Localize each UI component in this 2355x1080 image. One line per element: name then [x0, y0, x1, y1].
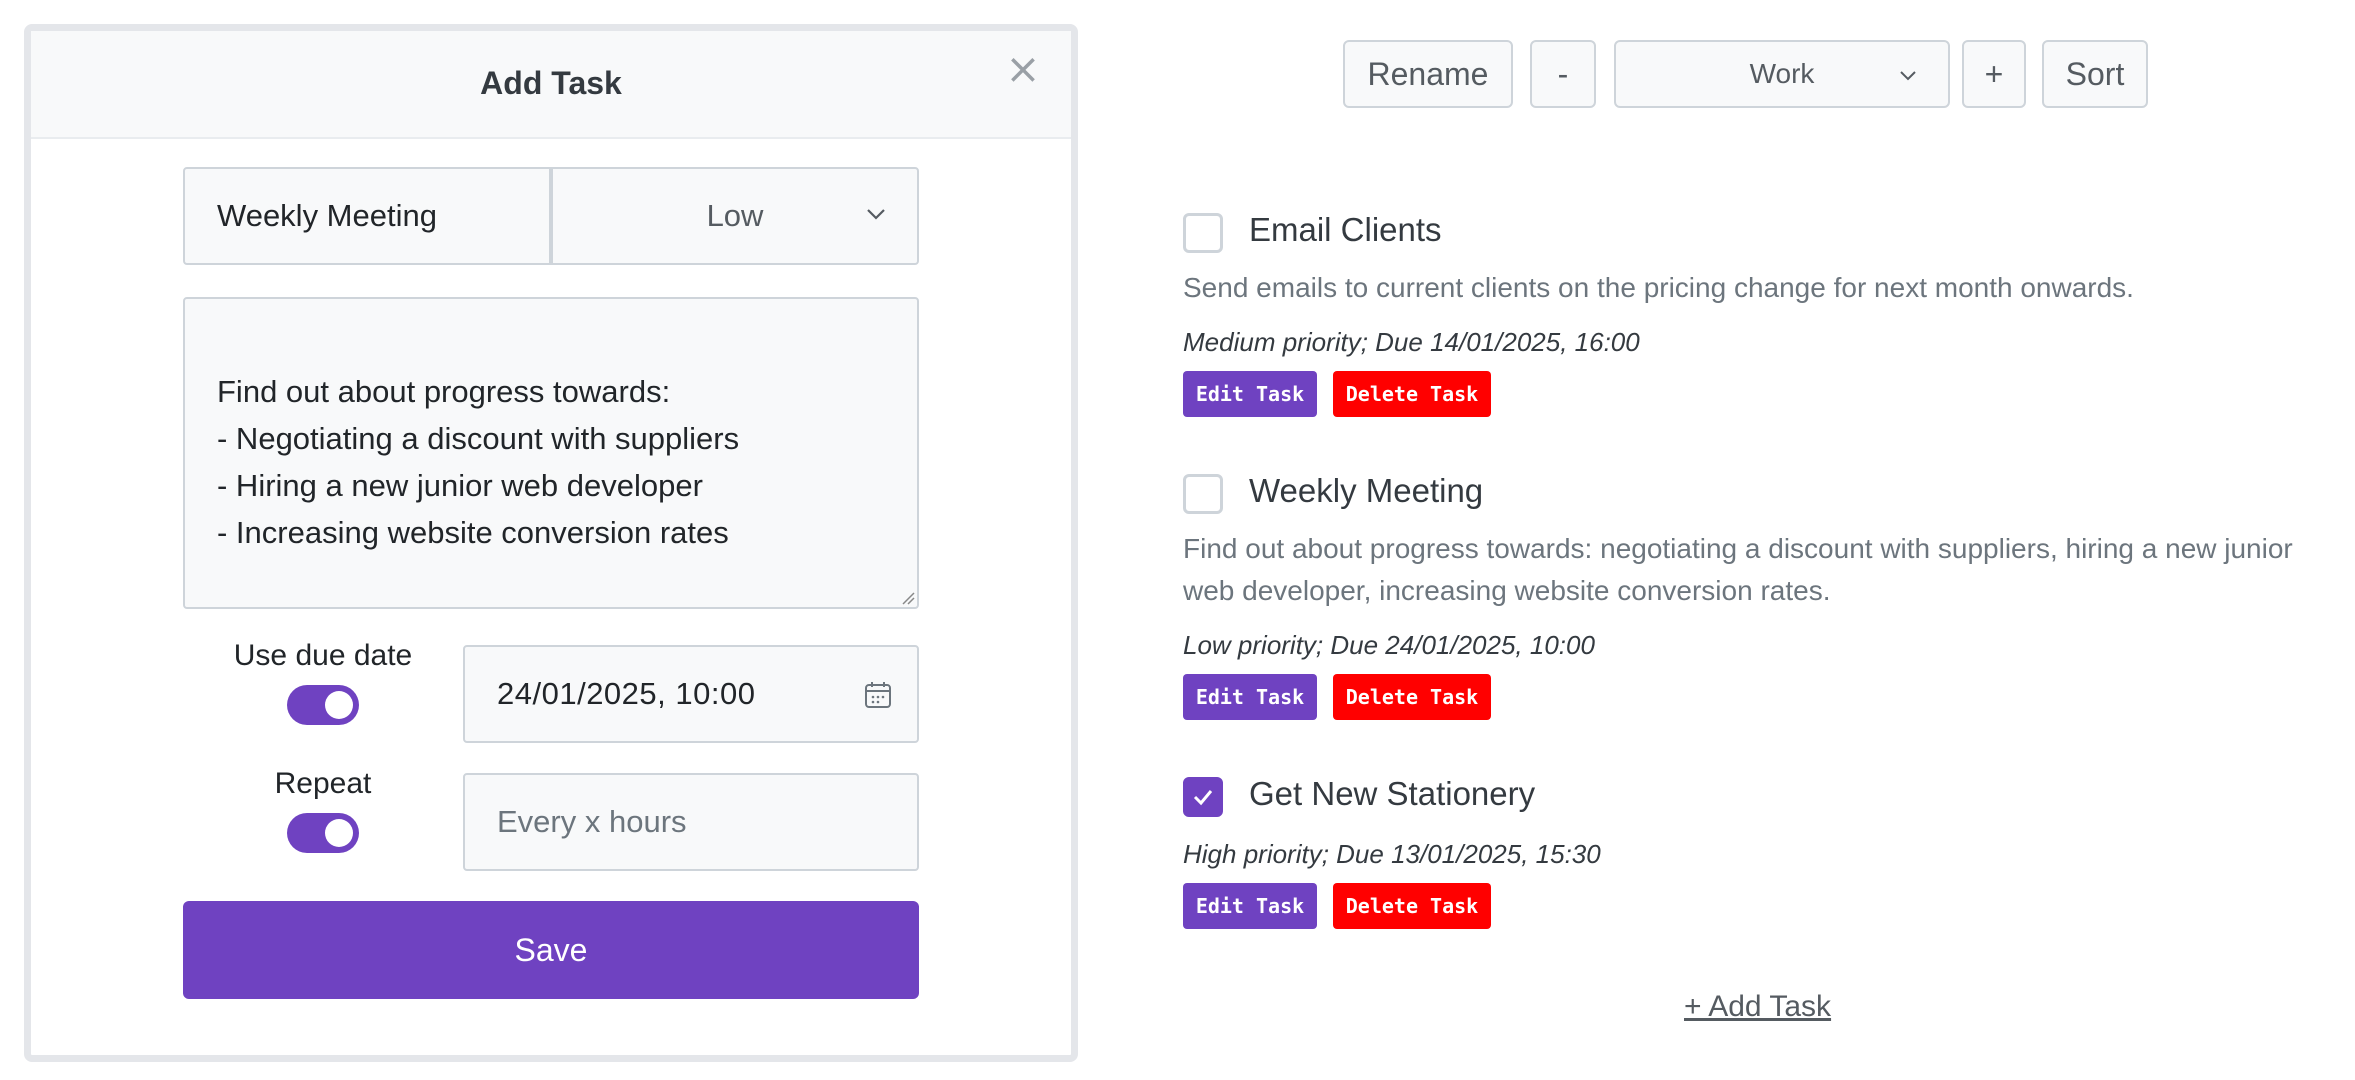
add-list-button[interactable]: +	[1962, 40, 2026, 108]
task-title-input[interactable]: Weekly Meeting	[183, 167, 551, 265]
task-checkbox[interactable]	[1183, 213, 1223, 253]
edit-task-button[interactable]: Edit Task	[1183, 883, 1317, 929]
task-title-value: Weekly Meeting	[217, 198, 437, 233]
task-meta: High priority; Due 13/01/2025, 15:30	[1183, 839, 1601, 869]
edit-task-button[interactable]: Edit Task	[1183, 371, 1317, 417]
priority-select-value: Low	[706, 198, 764, 233]
sort-button[interactable]: Sort	[2042, 40, 2148, 108]
calendar-icon[interactable]	[863, 680, 893, 710]
description-value: Find out about progress towards: - Negot…	[217, 374, 740, 550]
list-select[interactable]: Work	[1614, 40, 1950, 108]
delete-task-button[interactable]: Delete Task	[1333, 371, 1491, 417]
repeat-interval-placeholder: Every x hours	[497, 804, 687, 839]
edit-task-button[interactable]: Edit Task	[1183, 674, 1317, 720]
chevron-down-icon	[1900, 71, 1916, 81]
check-icon	[1193, 790, 1213, 806]
remove-list-button[interactable]: -	[1530, 40, 1596, 108]
task-description: Find out about progress towards: negotia…	[1183, 533, 2293, 606]
task-title: Weekly Meeting	[1249, 472, 1484, 509]
add-task-modal: Add Task × Weekly Meeting Low Find out a…	[24, 24, 1078, 1062]
toggle-knob	[325, 691, 353, 719]
rename-list-button[interactable]: Rename	[1343, 40, 1513, 108]
task-title: Get New Stationery	[1249, 775, 1536, 812]
task-checkbox-checked[interactable]	[1183, 777, 1223, 817]
toggle-knob	[325, 819, 353, 847]
modal-title: Add Task	[480, 65, 622, 101]
close-icon[interactable]: ×	[1003, 48, 1043, 90]
repeat-toggle[interactable]	[287, 813, 359, 853]
chevron-down-icon	[867, 209, 885, 220]
list-select-value: Work	[1749, 58, 1815, 89]
priority-select[interactable]: Low	[551, 167, 919, 265]
repeat-toggle-label: Repeat	[274, 767, 372, 800]
task-description: Send emails to current clients on the pr…	[1183, 272, 2134, 303]
delete-task-button[interactable]: Delete Task	[1333, 883, 1491, 929]
due-date-value: 24/01/2025, 10:00	[497, 676, 756, 711]
description-textarea[interactable]: Find out about progress towards: - Negot…	[183, 297, 919, 609]
task-checkbox[interactable]	[1183, 474, 1223, 514]
save-button[interactable]: Save	[183, 901, 919, 999]
task-title: Email Clients	[1249, 211, 1442, 248]
add-task-link[interactable]: + Add Task	[1684, 990, 1831, 1024]
resize-grip-icon[interactable]	[901, 591, 915, 605]
delete-task-button[interactable]: Delete Task	[1333, 674, 1491, 720]
modal-header: Add Task ×	[31, 31, 1071, 139]
due-date-toggle[interactable]	[287, 685, 359, 725]
task-meta: Low priority; Due 24/01/2025, 10:00	[1183, 630, 1595, 660]
due-date-toggle-label: Use due date	[233, 639, 413, 672]
repeat-interval-input[interactable]: Every x hours	[463, 773, 919, 871]
due-date-input[interactable]: 24/01/2025, 10:00	[463, 645, 919, 743]
task-meta: Medium priority; Due 14/01/2025, 16:00	[1183, 327, 1640, 357]
